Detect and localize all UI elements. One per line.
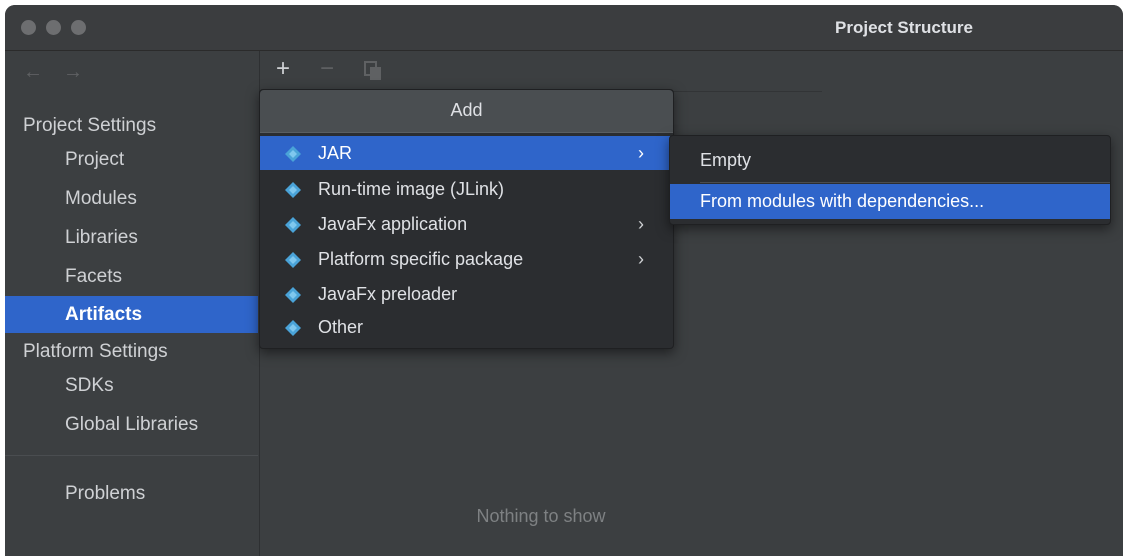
sidebar-item-project[interactable]: Project: [65, 141, 124, 178]
sidebar-item-problems[interactable]: Problems: [65, 475, 145, 512]
submenu-item-label: From modules with dependencies...: [700, 191, 985, 211]
chevron-right-icon: ›: [638, 214, 644, 234]
menu-item-javafx-application[interactable]: JavaFx application ›: [260, 207, 673, 241]
remove-icon[interactable]: −: [320, 55, 334, 83]
menu-item-label: JavaFx application: [318, 214, 468, 234]
add-icon[interactable]: +: [276, 55, 290, 83]
window-title: Project Structure: [835, 18, 973, 37]
sidebar-heading-platform-settings: Platform Settings: [23, 341, 168, 362]
add-popup-menu: Add JAR › Run-time image (JLink) JavaFx …: [259, 89, 674, 349]
sidebar-item-artifacts[interactable]: Artifacts: [5, 296, 258, 333]
title-bar: Project Structure: [5, 5, 1123, 51]
artifact-diamond-icon: [285, 287, 301, 303]
artifact-diamond-icon: [285, 182, 301, 198]
sidebar-item-artifacts-label: Artifacts: [65, 304, 143, 325]
artifact-diamond-icon: [285, 320, 301, 336]
artifact-diamond-icon: [285, 252, 301, 268]
details-panel: [822, 51, 1123, 556]
artifact-diamond-icon: [285, 217, 301, 233]
sidebar-item-global-libraries[interactable]: Global Libraries: [65, 406, 198, 443]
forward-arrow-icon[interactable]: →: [63, 61, 83, 84]
copy-icon[interactable]: [364, 60, 382, 88]
menu-item-platform-specific-package[interactable]: Platform specific package ›: [260, 242, 673, 276]
chevron-right-icon: ›: [638, 249, 644, 269]
empty-state-text: Nothing to show: [476, 506, 606, 526]
menu-item-label: JAR: [318, 143, 353, 163]
chevron-right-icon: ›: [638, 143, 644, 163]
menu-item-label: Run-time image (JLink): [318, 179, 505, 199]
menu-item-javafx-preloader[interactable]: JavaFx preloader: [260, 277, 673, 311]
sidebar-item-modules[interactable]: Modules: [65, 180, 137, 217]
submenu-item-label: Empty: [700, 150, 752, 170]
menu-item-jar[interactable]: JAR ›: [260, 136, 673, 170]
sidebar: ← → Project Settings Project Modules Lib…: [5, 51, 258, 556]
menu-item-runtime-image[interactable]: Run-time image (JLink): [260, 172, 673, 206]
jar-submenu: Empty From modules with dependencies...: [669, 135, 1111, 225]
back-arrow-icon[interactable]: ←: [23, 61, 43, 84]
menu-item-label: JavaFx preloader: [318, 284, 458, 304]
submenu-item-empty[interactable]: Empty: [670, 143, 1110, 178]
submenu-divider: [700, 182, 1110, 183]
menu-item-label: Platform specific package: [318, 249, 524, 269]
menu-item-label: Other: [318, 317, 364, 337]
sidebar-heading-project-settings: Project Settings: [23, 115, 157, 136]
submenu-item-from-modules[interactable]: From modules with dependencies...: [670, 184, 1110, 219]
menu-item-other[interactable]: Other: [260, 310, 673, 344]
artifacts-toolbar: + −: [260, 51, 822, 92]
sidebar-item-sdks[interactable]: SDKs: [65, 367, 114, 404]
add-popup-title: Add: [260, 90, 673, 133]
sidebar-item-facets[interactable]: Facets: [65, 258, 122, 295]
artifact-diamond-icon: [285, 146, 301, 162]
sidebar-divider: [5, 455, 258, 456]
sidebar-item-libraries[interactable]: Libraries: [65, 219, 138, 256]
